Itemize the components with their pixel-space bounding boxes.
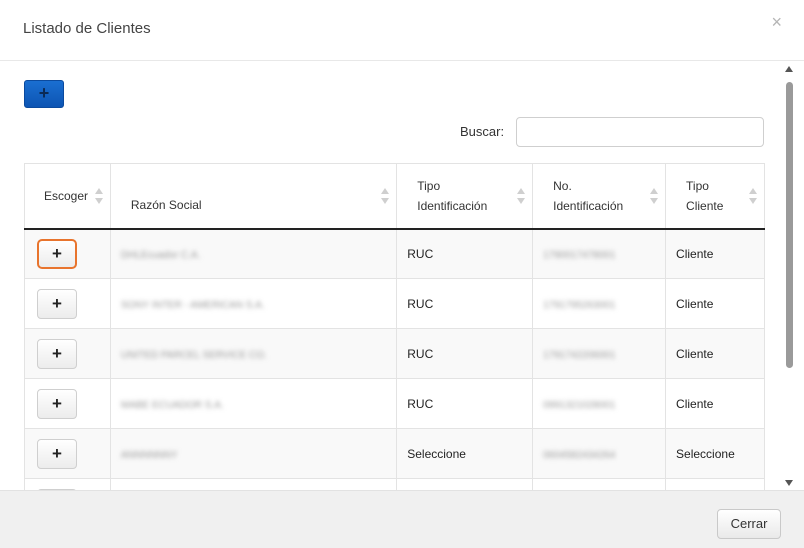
razon-social-value: MABE ECUADOR S.A.: [120, 399, 224, 411]
column-header-label: Tipo: [686, 178, 709, 193]
no-identificacion-value: 1791742206001: [543, 349, 616, 361]
table-row: + MABE ECUADOR S.A. RUC 0991321028001 Cl…: [24, 378, 765, 429]
no-identificacion-value: 1791795263001: [543, 299, 616, 311]
tipo-identificacion-cell: RUC: [396, 328, 534, 379]
razon-social-value: ANNNNNNY: [120, 449, 178, 461]
table-row: +: [24, 478, 765, 490]
no-identificacion-cell: 1791742206001: [532, 328, 667, 379]
column-header-label: No.: [553, 178, 572, 193]
pick-cell: +: [24, 328, 111, 379]
table-row: + ANNNNNNY Seleccione 0604582434264 Sele…: [24, 428, 765, 479]
column-header-razon-social[interactable]: Razón Social: [109, 163, 398, 230]
modal-title: Listado de Clientes: [23, 20, 151, 37]
no-identificacion-value: 1790017478001: [543, 249, 616, 261]
pick-client-button[interactable]: +: [37, 438, 77, 469]
no-identificacion-cell: 0991321028001: [532, 378, 667, 429]
tipo-identificacion-cell: RUC: [396, 228, 534, 279]
tipo-cliente-cell: Cliente: [665, 328, 765, 379]
scrollbar-thumb[interactable]: [786, 82, 793, 368]
tipo-identificacion-cell: RUC: [396, 378, 534, 429]
tipo-identificacion-cell: Seleccione: [396, 428, 534, 479]
razon-social-cell: ANNNNNNY: [109, 428, 398, 479]
razon-social-cell: SONY INTER - AMERICAN S.A.: [109, 278, 398, 329]
modal-body: + Buscar: Escoger Razón Social Tipo Iden…: [0, 62, 782, 490]
column-header-label: Razón Social: [130, 197, 202, 212]
scroll-up-icon[interactable]: [785, 66, 793, 72]
column-header-tipo-cliente[interactable]: Tipo Cliente: [665, 163, 765, 230]
pick-cell: +: [24, 278, 111, 329]
column-header-label: Cliente: [686, 198, 724, 213]
column-header-no-identificacion[interactable]: No. Identificación: [532, 163, 667, 230]
sort-icon: [381, 187, 390, 204]
pick-client-button[interactable]: +: [37, 238, 77, 269]
pick-client-button[interactable]: +: [37, 388, 77, 419]
no-identificacion-cell: 0604582434264: [532, 428, 667, 479]
pick-cell: +: [24, 228, 111, 279]
scrollbar[interactable]: [782, 62, 796, 490]
close-icon[interactable]: ×: [771, 13, 782, 31]
column-header-label: Tipo: [417, 178, 441, 193]
pick-cell: +: [24, 378, 111, 429]
column-header-label: Escoger: [44, 188, 89, 203]
table-row: + SONY INTER - AMERICAN S.A. RUC 1791795…: [24, 278, 765, 329]
tipo-cliente-cell: Cliente: [665, 228, 765, 279]
table-row: + DHLEcuador C.A. RUC 1790017478001 Clie…: [24, 228, 765, 279]
pick-cell: +: [24, 478, 111, 490]
table-row: + UNITED PARCEL SERVICE CO. RUC 17917422…: [24, 328, 765, 379]
search-input[interactable]: [516, 117, 764, 147]
tipo-cliente-cell: Cliente: [665, 278, 765, 329]
sort-icon: [94, 187, 103, 204]
pick-client-button[interactable]: +: [37, 338, 77, 369]
razon-social-cell: DHLEcuador C.A.: [109, 228, 398, 279]
no-identificacion-value: 0991321028001: [543, 399, 616, 411]
razon-social-cell: UNITED PARCEL SERVICE CO.: [109, 328, 398, 379]
search-label: Buscar:: [460, 124, 505, 139]
tipo-cliente-cell: Cliente: [665, 378, 765, 429]
column-header-label: Identificación: [553, 198, 624, 213]
tipo-identificacion-cell: [396, 478, 534, 490]
sort-icon: [517, 187, 526, 204]
no-identificacion-cell: 1790017478001: [532, 228, 667, 279]
column-header-label: Identificación: [417, 198, 488, 213]
add-client-button[interactable]: +: [24, 80, 64, 108]
column-header-escoger[interactable]: Escoger: [24, 163, 111, 230]
pick-cell: +: [24, 428, 111, 479]
razon-social-value: SONY INTER - AMERICAN S.A.: [120, 299, 265, 311]
clients-table: Escoger Razón Social Tipo Identificación…: [24, 163, 765, 490]
no-identificacion-cell: [532, 478, 667, 490]
no-identificacion-cell: 1791795263001: [532, 278, 667, 329]
pick-client-button[interactable]: +: [37, 288, 77, 319]
tipo-cliente-cell: Seleccione: [665, 428, 765, 479]
close-button[interactable]: Cerrar: [717, 509, 781, 539]
sort-icon: [749, 187, 757, 204]
razon-social-cell: [109, 478, 398, 490]
modal-footer: Cerrar: [0, 490, 804, 548]
tipo-identificacion-cell: RUC: [396, 278, 534, 329]
sort-icon: [650, 187, 659, 204]
table-header-row: Escoger Razón Social Tipo Identificación…: [24, 163, 765, 230]
razon-social-value: DHLEcuador C.A.: [120, 249, 201, 261]
tipo-cliente-cell: [665, 478, 765, 490]
razon-social-value: UNITED PARCEL SERVICE CO.: [120, 349, 267, 361]
no-identificacion-value: 0604582434264: [543, 449, 616, 461]
scroll-down-icon[interactable]: [785, 480, 793, 486]
column-header-tipo-identificacion[interactable]: Tipo Identificación: [396, 163, 534, 230]
razon-social-cell: MABE ECUADOR S.A.: [109, 378, 398, 429]
modal-header: Listado de Clientes ×: [0, 0, 804, 61]
